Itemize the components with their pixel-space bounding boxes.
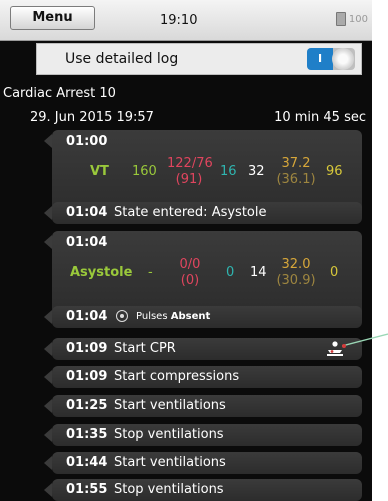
bp-value: 122/76 — [167, 156, 213, 171]
monitor-screen: Menu 19:10 100 Use detailed log I Cardia… — [0, 0, 372, 501]
spo2-value: 0 — [226, 265, 235, 280]
log-entry-event[interactable]: 01:09 Start CPR — [44, 338, 362, 360]
pulse-radio-icon — [116, 310, 128, 322]
temp2-value: (30.9) — [276, 273, 316, 288]
entry-text: Start CPR — [114, 341, 176, 356]
rr-value: 32 — [248, 164, 265, 179]
temp-value: 32.0 — [281, 257, 311, 272]
entry-time: 01:44 — [66, 455, 108, 470]
detailed-log-label: Use detailed log — [65, 51, 179, 67]
spo2-value: 16 — [220, 164, 237, 179]
hr-value: 160 — [132, 164, 157, 179]
clock: 19:10 — [160, 13, 198, 28]
temp-value: 37.2 — [281, 156, 311, 171]
menu-button[interactable]: Menu — [10, 6, 95, 30]
entry-time: 01:04 — [66, 205, 108, 220]
entry-time: 01:55 — [66, 482, 108, 497]
entry-text: Start ventilations — [114, 455, 226, 470]
entry-text: Start ventilations — [114, 398, 226, 413]
callout-pointer — [342, 333, 388, 348]
entry-text: Stop ventilations — [114, 482, 224, 497]
entry-time: 01:35 — [66, 427, 108, 442]
temp2-value: (36.1) — [276, 172, 316, 187]
entry-text: State entered: Asystole — [114, 205, 267, 220]
etco2-value: 96 — [326, 164, 343, 179]
log-entry-event[interactable]: 01:25 Start ventilations — [44, 395, 362, 417]
battery-indicator: 100 — [335, 12, 368, 26]
toggle-on-label: I — [307, 48, 333, 70]
pulse-status: Pulses Absent — [136, 311, 210, 322]
map-value: (0) — [180, 273, 200, 288]
log-entry-event[interactable]: 01:44 Start ventilations — [44, 452, 362, 474]
case-date: 29. Jun 2015 19:57 — [30, 110, 154, 125]
entry-time: 01:04 — [66, 309, 108, 324]
battery-icon — [335, 12, 346, 26]
hr-value: - — [148, 265, 153, 280]
etco2-value: 0 — [330, 265, 339, 280]
toggle-knob — [332, 48, 354, 70]
rr-value: 14 — [250, 265, 267, 280]
entry-time: 01:00 — [66, 134, 108, 149]
pulse-value: Absent — [170, 311, 211, 322]
entry-time: 01:09 — [66, 369, 108, 384]
pulse-label: Pulses — [136, 311, 168, 322]
bp-value: 0/0 — [179, 257, 201, 272]
log-entry-state[interactable]: 01:04 State entered: Asystole — [44, 202, 362, 224]
entry-time: 01:04 — [66, 235, 108, 250]
entry-time: 01:09 — [66, 341, 108, 356]
entry-time: 01:25 — [66, 398, 108, 413]
map-value: (91) — [175, 172, 203, 187]
log-entry-event[interactable]: 01:09 Start compressions — [44, 366, 362, 388]
battery-level: 100 — [348, 13, 368, 25]
entry-text: Stop ventilations — [114, 427, 224, 442]
log-entry-event[interactable]: 01:55 Stop ventilations — [44, 479, 362, 501]
entry-text: Start compressions — [114, 369, 240, 384]
rhythm-value: VT — [90, 164, 109, 179]
case-duration: 10 min 45 sec — [274, 110, 366, 125]
case-title: Cardiac Arrest 10 — [3, 86, 116, 101]
detailed-log-toggle[interactable]: I — [307, 48, 355, 70]
status-bar: Menu 19:10 100 — [0, 0, 372, 41]
detailed-log-row: Use detailed log I — [36, 43, 362, 75]
rhythm-value: Asystole — [70, 265, 133, 280]
log-entry-pulse[interactable]: 01:04 Pulses Absent — [44, 306, 362, 328]
log-entry-event[interactable]: 01:35 Stop ventilations — [44, 424, 362, 446]
